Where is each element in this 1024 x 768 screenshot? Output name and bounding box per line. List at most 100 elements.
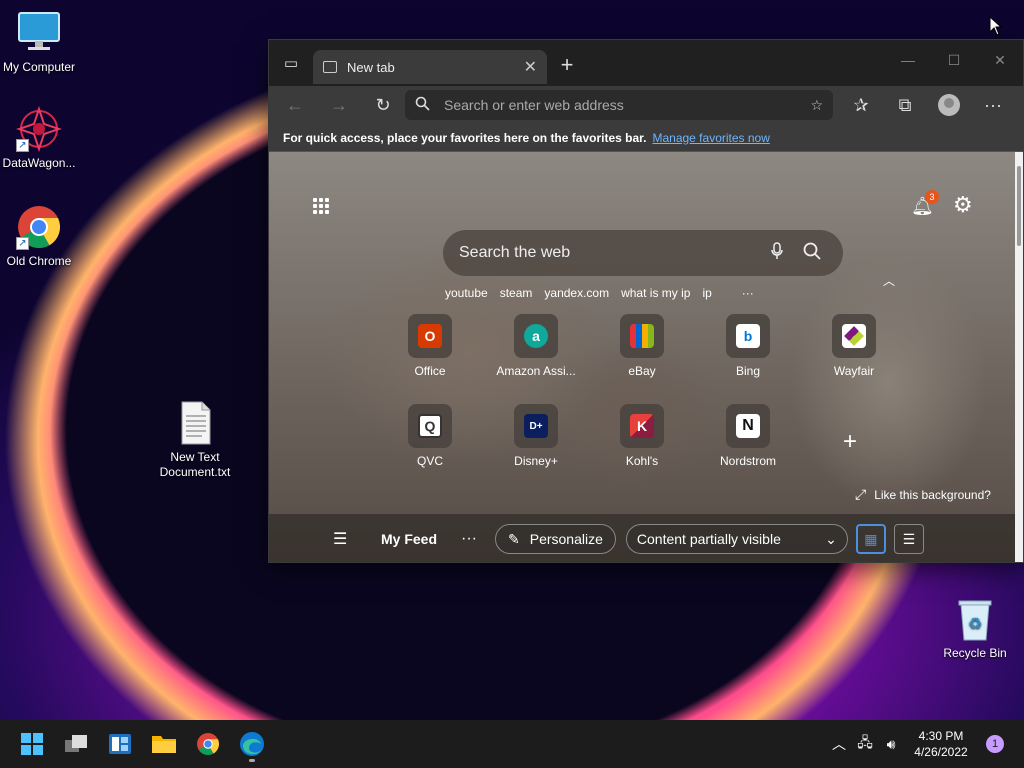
tab-new-tab[interactable]: New tab ✕ [313, 50, 547, 84]
chevron-up-icon[interactable]: ︿ [826, 734, 852, 754]
add-quick-link-icon[interactable]: + [843, 428, 857, 456]
close-tab-icon[interactable]: ✕ [524, 57, 537, 77]
quick-link-label: QVC [416, 454, 443, 468]
quick-link-label: Office [414, 364, 446, 378]
suggestion-item[interactable]: steam [500, 286, 533, 300]
page-scrollbar[interactable] [1015, 152, 1023, 562]
refresh-icon[interactable]: ↻ [361, 90, 405, 120]
minimize-icon[interactable]: — [885, 40, 931, 80]
new-tab-page-icon [323, 61, 337, 73]
widgets-icon [109, 734, 131, 754]
system-tray: ︿ 🖧︎ 🔊︎ 4:30 PM 4/26/2022 1 [826, 720, 1024, 768]
chrome-taskbar-button[interactable] [186, 724, 230, 764]
hamburger-menu-icon[interactable]: ☰ [333, 529, 363, 549]
clock[interactable]: 4:30 PM 4/26/2022 [904, 728, 978, 760]
datawagon-icon: ↗ [15, 105, 63, 153]
edge-browser-window[interactable]: ▭ New tab ✕ + — ☐ ✕ ← → ↻ Search or ente… [268, 39, 1024, 563]
search-suggestions: youtube steam yandex.com what is my ip i… [445, 286, 766, 300]
chrome-icon: ↗ [16, 204, 62, 250]
tab-actions-icon[interactable]: ▭ [269, 40, 313, 86]
add-favorite-icon[interactable]: ☆ [810, 97, 823, 114]
quick-link-amazon[interactable]: a Amazon Assi... [491, 314, 581, 378]
quick-link-office[interactable]: O Office [385, 314, 475, 378]
clock-time: 4:30 PM [918, 729, 964, 743]
settings-gear-icon[interactable]: ⚙ [953, 192, 973, 218]
scrollbar-thumb[interactable] [1017, 166, 1021, 246]
network-icon[interactable]: 🖧︎ [852, 732, 878, 756]
chevron-up-icon[interactable]: ︿ [883, 272, 895, 289]
edge-taskbar-button[interactable] [230, 724, 274, 764]
like-background-label: Like this background? [874, 488, 991, 502]
edge-icon [240, 732, 264, 756]
my-feed-tab[interactable]: My Feed [381, 531, 461, 547]
suggestion-item[interactable]: ip [702, 286, 711, 300]
new-tab-button[interactable]: + [547, 52, 587, 78]
desktop-icon-my-computer[interactable]: My Computer [0, 10, 84, 75]
widgets-button[interactable] [98, 724, 142, 764]
manage-favorites-link[interactable]: Manage favorites now [652, 131, 769, 145]
quick-link-label: Bing [735, 364, 761, 378]
expand-icon: ⤢ [855, 486, 867, 502]
more-menu-icon[interactable]: ··· [971, 90, 1015, 120]
favorites-bar: For quick access, place your favorites h… [269, 124, 1023, 152]
start-button[interactable] [10, 724, 54, 764]
list-view-button[interactable]: ☰ [893, 524, 924, 554]
back-icon[interactable]: ← [273, 90, 317, 120]
grid-view-button[interactable]: ▦ [855, 524, 886, 554]
content-visibility-dropdown[interactable]: Content partially visible ⌄ [625, 524, 848, 554]
profile-button[interactable] [927, 90, 971, 120]
quick-link-kohls[interactable]: K Kohl's [597, 404, 687, 468]
search-icon[interactable] [797, 242, 827, 265]
file-explorer-button[interactable] [142, 724, 186, 764]
quick-link-disney[interactable]: D+ Disney+ [491, 404, 581, 468]
suggestion-item[interactable]: yandex.com [544, 286, 609, 300]
recycle-bin-icon: ♻ [952, 596, 998, 642]
maximize-icon[interactable]: ☐ [931, 40, 977, 80]
quick-link-nordstrom[interactable]: N Nordstrom [703, 404, 793, 468]
quick-link-bing[interactable]: b Bing [703, 314, 793, 378]
personalize-button[interactable]: ✎ Personalize [495, 524, 616, 554]
chrome-icon [197, 733, 219, 755]
qvc-icon: Q [418, 414, 442, 438]
like-background-button[interactable]: ⤢ Like this background? [855, 486, 991, 503]
collections-icon[interactable]: ⧉ [883, 90, 927, 120]
feed-more-icon[interactable]: ··· [461, 530, 493, 548]
search-icon [415, 96, 430, 114]
list-view-icon: ☰ [902, 530, 916, 547]
personalize-label: Personalize [529, 531, 603, 547]
taskbar: ︿ 🖧︎ 🔊︎ 4:30 PM 4/26/2022 1 [0, 720, 1024, 768]
desktop-icon-text-document[interactable]: New Text Document.txt [150, 400, 240, 480]
quick-link-wayfair[interactable]: Wayfair [809, 314, 899, 378]
address-bar[interactable]: Search or enter web address ☆ [405, 90, 833, 120]
search-placeholder: Search the web [459, 244, 571, 261]
close-window-icon[interactable]: ✕ [977, 40, 1023, 80]
desktop-icon-old-chrome[interactable]: ↗ Old Chrome [0, 204, 84, 269]
notifications-bell-icon[interactable]: 🔔︎ 3 [911, 190, 939, 217]
office-icon: O [418, 324, 442, 348]
desktop-icon-label: Old Chrome [6, 254, 72, 268]
quick-link-ebay[interactable]: eBay [597, 314, 687, 378]
suggestion-item[interactable]: what is my ip [621, 286, 690, 300]
notification-center-badge[interactable]: 1 [986, 735, 1004, 753]
volume-icon[interactable]: 🔊︎ [878, 736, 904, 753]
forward-icon[interactable]: → [317, 90, 361, 120]
task-view-button[interactable] [54, 724, 98, 764]
bing-icon: b [736, 324, 760, 348]
microphone-icon[interactable] [757, 241, 797, 265]
suggestion-item[interactable]: youtube [445, 286, 488, 300]
app-launcher-icon[interactable] [313, 198, 329, 214]
desktop-icon-recycle-bin[interactable]: ♻ Recycle Bin [930, 596, 1020, 661]
grid-view-icon: ▦ [864, 530, 878, 547]
more-suggestions-icon[interactable]: ··· [742, 286, 754, 300]
quick-link-label: Wayfair [833, 364, 875, 378]
chevron-down-icon: ⌄ [825, 530, 837, 547]
notification-badge: 3 [925, 190, 939, 204]
desktop-icon-label: New Text Document.txt [159, 450, 231, 479]
desktop-icon-datawagon[interactable]: ↗ DataWagon... [0, 105, 84, 171]
web-search-box[interactable]: Search the web [443, 230, 843, 276]
desktop-icon-label: DataWagon... [2, 156, 76, 170]
favorites-icon[interactable]: ✰ [839, 90, 883, 120]
quick-link-qvc[interactable]: Q QVC [385, 404, 475, 468]
mouse-cursor-icon [989, 16, 1003, 36]
folder-icon [152, 736, 176, 753]
